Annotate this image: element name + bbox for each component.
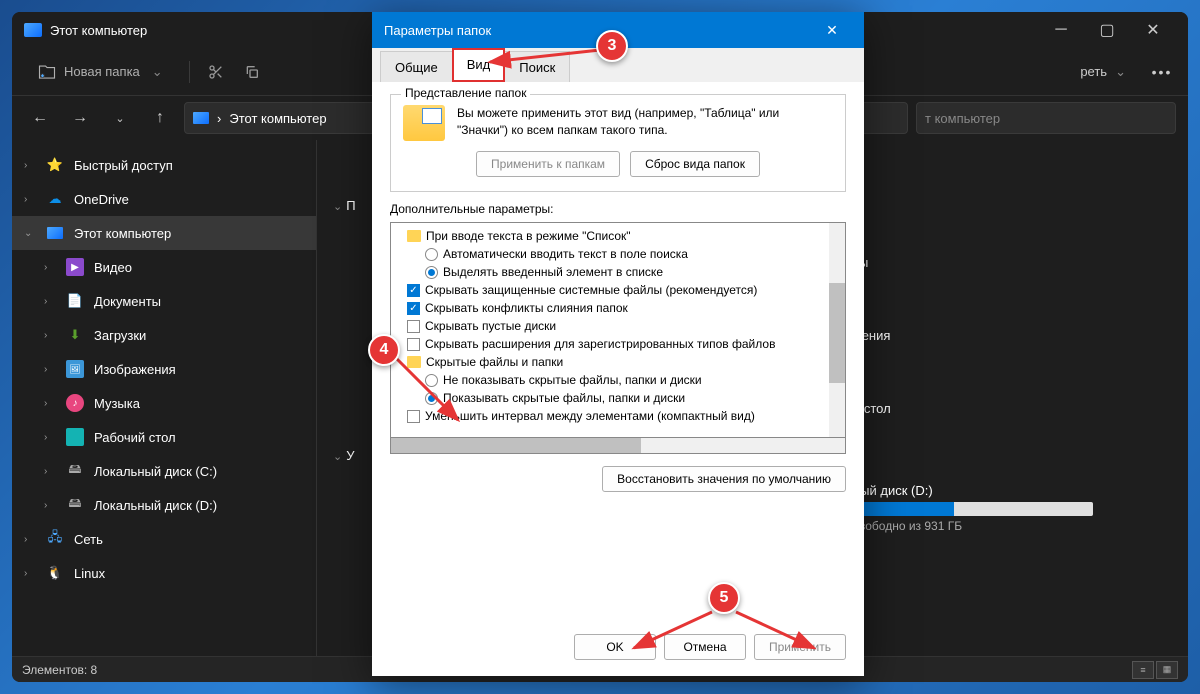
horizontal-scrollbar[interactable] [390, 438, 846, 454]
scrollbar-thumb[interactable] [391, 438, 641, 453]
checkbox[interactable] [407, 320, 420, 333]
dialog-close-button[interactable]: ✕ [812, 12, 852, 48]
radio-show-hidden[interactable] [425, 392, 438, 405]
monitor-icon [46, 224, 64, 242]
search-input[interactable]: т компьютер [916, 102, 1176, 134]
up-button[interactable]: ↑ [144, 102, 176, 134]
folder-views-group: Представление папок Вы можете применить … [390, 94, 846, 192]
picture-icon: 🖼 [66, 360, 84, 378]
checkbox[interactable] [407, 338, 420, 351]
music-icon: ♪ [66, 394, 84, 412]
maximize-button[interactable]: ▢ [1084, 14, 1130, 46]
apply-button[interactable]: Применить [754, 634, 846, 660]
folder-icon [407, 356, 421, 368]
sidebar-item-videos[interactable]: ›▶Видео [12, 250, 316, 284]
chevron-down-icon: ⌄ [152, 64, 163, 80]
dialog-titlebar: Параметры папок ✕ [372, 12, 864, 48]
desktop-icon [66, 428, 84, 446]
tab-view[interactable]: Вид [452, 48, 506, 82]
recent-chevron[interactable]: ⌄ [104, 102, 136, 134]
scrollbar-thumb[interactable] [829, 283, 845, 383]
checkbox[interactable] [407, 410, 420, 423]
icons-view-button[interactable]: ▦ [1156, 661, 1178, 679]
radio[interactable] [425, 248, 438, 261]
new-folder-icon [38, 63, 56, 81]
video-icon: ▶ [66, 258, 84, 276]
drive-item[interactable]: ный диск (D:) свободно из 931 ГБ [853, 483, 1172, 533]
drive-icon: 🖴 [66, 462, 84, 480]
sidebar-item-desktop[interactable]: ›Рабочий стол [12, 420, 316, 454]
details-view-button[interactable]: ≡ [1132, 661, 1154, 679]
sidebar-item-network[interactable]: ›🖧Сеть [12, 522, 316, 556]
advanced-settings-label: Дополнительные параметры: [390, 202, 846, 216]
reset-folders-button[interactable]: Сброс вида папок [630, 151, 760, 177]
sidebar-item-quick-access[interactable]: ›⭐Быстрый доступ [12, 148, 316, 182]
chevron-down-icon[interactable]: ⌄ [333, 451, 342, 463]
sidebar-item-downloads[interactable]: ›⬇Загрузки [12, 318, 316, 352]
close-button[interactable]: ✕ [1130, 14, 1176, 46]
more-button[interactable]: ••• [1152, 62, 1172, 82]
folder-item[interactable]: жения [853, 322, 1172, 349]
apply-to-folders-button[interactable]: Применить к папкам [476, 151, 620, 177]
new-folder-button[interactable]: Новая папка ⌄ [28, 57, 173, 87]
ok-button[interactable]: OK [574, 634, 656, 660]
forward-button[interactable]: → [64, 102, 96, 134]
folder-icon [407, 230, 421, 242]
linux-icon: 🐧 [46, 564, 64, 582]
checkbox[interactable]: ✓ [407, 302, 420, 315]
advanced-settings-tree[interactable]: При вводе текста в режиме "Список" Автом… [390, 222, 846, 438]
sidebar-item-onedrive[interactable]: ›☁OneDrive [12, 182, 316, 216]
folder-options-dialog: Параметры папок ✕ Общие Вид Поиск Предст… [372, 12, 864, 676]
breadcrumb-sep: › [217, 111, 221, 126]
download-icon: ⬇ [66, 326, 84, 344]
radio[interactable] [425, 374, 438, 387]
chevron-down-icon: ⌄ [1115, 64, 1126, 80]
drive-icon: 🖴 [66, 496, 84, 514]
sidebar-item-music[interactable]: ›♪Музыка [12, 386, 316, 420]
cloud-icon: ☁ [46, 190, 64, 208]
network-icon: 🖧 [46, 530, 64, 548]
star-icon: ⭐ [46, 156, 64, 174]
sidebar-item-drive-c[interactable]: ›🖴Локальный диск (C:) [12, 454, 316, 488]
sidebar-item-documents[interactable]: ›📄Документы [12, 284, 316, 318]
folder-item[interactable]: й стол [853, 395, 1172, 422]
sidebar-item-pictures[interactable]: ›🖼Изображения [12, 352, 316, 386]
sidebar-item-drive-d[interactable]: ›🖴Локальный диск (D:) [12, 488, 316, 522]
cut-button[interactable] [206, 62, 226, 82]
restore-defaults-button[interactable]: Восстановить значения по умолчанию [602, 466, 846, 492]
sidebar-item-linux[interactable]: ›🐧Linux [12, 556, 316, 590]
breadcrumb-location[interactable]: Этот компьютер [229, 111, 326, 126]
dialog-tabs: Общие Вид Поиск [372, 48, 864, 82]
sidebar-item-this-pc[interactable]: ⌄Этот компьютер [12, 216, 316, 250]
navigation-pane: ›⭐Быстрый доступ ›☁OneDrive ⌄Этот компью… [12, 140, 317, 656]
view-dropdown[interactable]: реть ⌄ [1070, 58, 1136, 86]
minimize-button[interactable]: ─ [1038, 14, 1084, 46]
radio[interactable] [425, 266, 438, 279]
folder-item[interactable]: ты [853, 249, 1172, 276]
document-icon: 📄 [66, 292, 84, 310]
tab-general[interactable]: Общие [380, 51, 453, 82]
tab-search[interactable]: Поиск [504, 51, 570, 82]
this-pc-icon [193, 112, 209, 124]
back-button[interactable]: ← [24, 102, 56, 134]
chevron-down-icon[interactable]: ⌄ [333, 201, 342, 213]
drive-capacity-bar [853, 502, 1093, 516]
folder-view-icon [403, 105, 445, 141]
cancel-button[interactable]: Отмена [664, 634, 746, 660]
this-pc-icon [24, 23, 42, 37]
copy-button[interactable] [242, 62, 262, 82]
checkbox[interactable]: ✓ [407, 284, 420, 297]
